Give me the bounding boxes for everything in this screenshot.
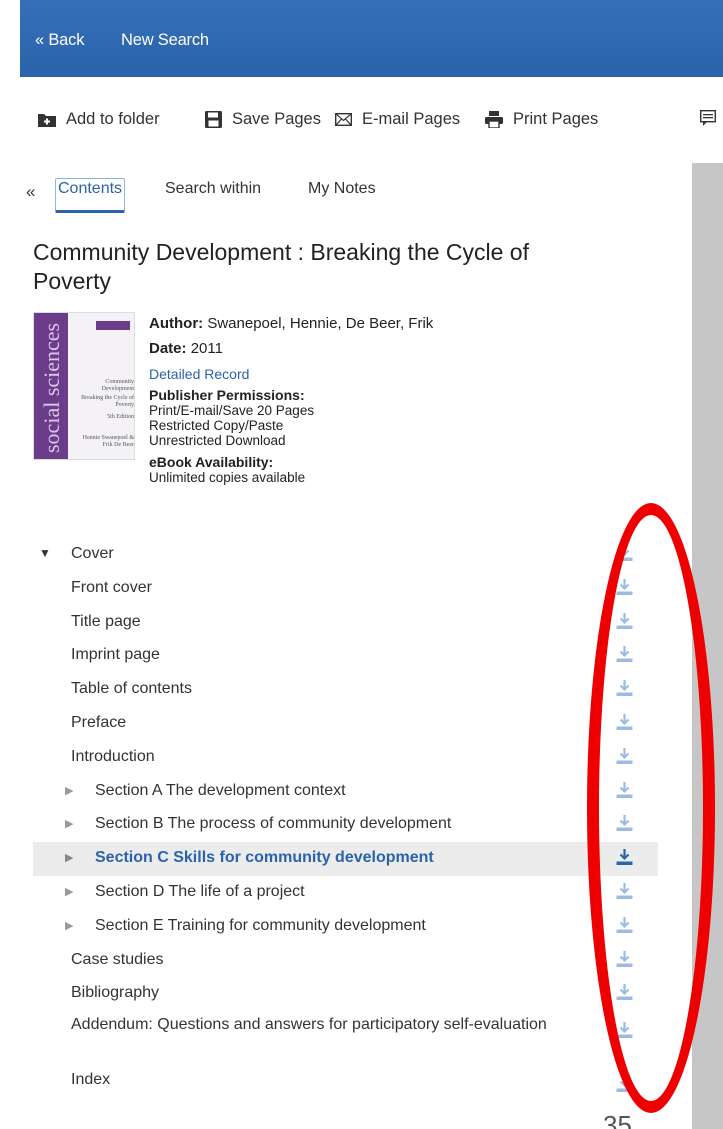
toc-item[interactable]: Bibliography xyxy=(33,977,658,1011)
more-tools-button[interactable] xyxy=(700,110,723,127)
new-search-link[interactable]: New Search xyxy=(121,31,209,50)
toc-item-label[interactable]: Section E Training for community develop… xyxy=(95,917,426,935)
toc-item[interactable]: ▶ Section E Training for community develo… xyxy=(33,910,658,944)
toc-item-label[interactable]: Index xyxy=(71,1071,110,1089)
tab-my-notes[interactable]: My Notes xyxy=(306,178,378,206)
toc-item-label[interactable]: Section D The life of a project xyxy=(95,883,305,901)
email-pages-label: E-mail Pages xyxy=(362,110,461,128)
add-to-folder-label: Add to folder xyxy=(66,110,160,128)
cover-spine-text: social sciences xyxy=(39,322,64,453)
author-value: Swanepoel, Hennie, De Beer, Frik xyxy=(207,315,434,332)
toc-item-label[interactable]: Case studies xyxy=(71,951,164,969)
toc-item[interactable]: Table of contents xyxy=(33,673,658,707)
cover-authors-text: Hennie Swanepoel & Frik De Beer xyxy=(82,435,134,448)
permission-item: Print/E-mail/Save 20 Pages xyxy=(149,403,315,418)
red-annotation-ellipse xyxy=(587,503,715,1113)
toc-item[interactable]: Index xyxy=(33,1059,658,1099)
email-pages-button[interactable]: E-mail Pages xyxy=(335,110,460,129)
add-to-folder-button[interactable]: Add to folder xyxy=(38,110,160,129)
toc-item-label[interactable]: Table of contents xyxy=(71,680,192,698)
caret-right-icon[interactable]: ▶ xyxy=(65,919,73,932)
cover-title-text: Community Development xyxy=(101,379,134,392)
toc-item[interactable]: Addendum: Questions and answers for part… xyxy=(33,1011,658,1059)
author-label: Author: xyxy=(149,315,204,332)
book-metadata: Author: Swanepoel, Hennie, De Beer, Frik… xyxy=(149,315,433,485)
book-title: Community Development : Breaking the Cyc… xyxy=(33,239,529,294)
tab-search-within[interactable]: Search within xyxy=(163,178,263,206)
print-pages-label: Print Pages xyxy=(513,110,599,128)
toc-item-label[interactable]: Imprint page xyxy=(71,646,160,664)
toc-item[interactable]: ▶ Section A The development context xyxy=(33,775,658,809)
toc-item-label[interactable]: Title page xyxy=(71,613,141,631)
top-nav-bar: « Back New Search xyxy=(20,0,723,77)
permission-item: Restricted Copy/Paste xyxy=(149,418,284,433)
toc-item-label[interactable]: Section C Skills for community developme… xyxy=(95,849,434,867)
detailed-record-row: Detailed Record xyxy=(149,365,433,384)
toc-item-label[interactable]: Bibliography xyxy=(71,984,159,1002)
toc-item[interactable]: ▶ Section D The life of a project xyxy=(33,876,658,910)
toc-item-label[interactable]: Addendum: Questions and answers for part… xyxy=(71,1017,571,1033)
collapse-panel-button[interactable]: « xyxy=(26,182,35,202)
cover-title: Community Development Breaking the Cycle… xyxy=(78,379,134,449)
toolbar: Add to folder Save Pages E-mail Pages Pr… xyxy=(20,100,723,140)
toc-item-label[interactable]: Preface xyxy=(71,714,126,732)
tab-contents[interactable]: Contents xyxy=(55,178,126,213)
caret-right-icon[interactable]: ▶ xyxy=(65,817,73,830)
folder-plus-icon xyxy=(38,114,56,127)
toc-item-label[interactable]: Section A The development context xyxy=(95,782,346,800)
toc-item[interactable]: Introduction xyxy=(33,741,658,775)
toc-item[interactable]: ▶ Section B The process of community deve… xyxy=(33,808,658,842)
cover-edition-text: 5th Edition xyxy=(107,414,134,420)
caret-right-icon[interactable]: ▶ xyxy=(65,885,73,898)
toc-item[interactable]: Preface xyxy=(33,707,658,741)
availability-label: eBook Availability: xyxy=(149,454,274,470)
caret-right-icon[interactable]: ▶ xyxy=(65,851,73,864)
toc-item[interactable]: ▼ Cover xyxy=(33,538,658,572)
floppy-disk-icon xyxy=(205,111,222,128)
date-label: Date: xyxy=(149,340,187,357)
toc-item-label[interactable]: Section B The process of community devel… xyxy=(95,815,451,833)
publisher-badge xyxy=(96,321,130,330)
book-cover-image: social sciences Community Development Br… xyxy=(33,312,135,460)
envelope-icon xyxy=(335,113,352,126)
toc-item[interactable]: Front cover xyxy=(33,572,658,606)
cover-subtitle-text: Breaking the Cycle of Poverty xyxy=(81,395,134,408)
printer-icon xyxy=(485,111,503,128)
toc-item-label[interactable]: Front cover xyxy=(71,579,152,597)
detailed-record-link[interactable]: Detailed Record xyxy=(149,366,249,382)
back-link[interactable]: « Back xyxy=(35,31,84,50)
author-row: Author: Swanepoel, Hennie, De Beer, Frik xyxy=(149,315,433,333)
date-row: Date: 2011 xyxy=(149,340,433,358)
toc-item[interactable]: Case studies xyxy=(33,944,658,978)
permission-item: Unrestricted Download xyxy=(149,433,286,448)
print-pages-button[interactable]: Print Pages xyxy=(485,110,598,129)
toc-item[interactable]: Title page xyxy=(33,606,658,640)
date-value: 2011 xyxy=(190,340,223,357)
toc-item[interactable]: Imprint page xyxy=(33,639,658,673)
table-of-contents: ▼ Cover Front cover Title page Imprint page T… xyxy=(33,538,658,1099)
ebook-availability: eBook Availability: Unlimited copies ava… xyxy=(149,454,433,486)
toc-item-label[interactable]: Introduction xyxy=(71,748,155,766)
save-pages-button[interactable]: Save Pages xyxy=(205,110,321,129)
caret-down-icon[interactable]: ▼ xyxy=(39,546,51,560)
slide-page-number: 35 xyxy=(603,1110,632,1129)
comment-icon xyxy=(700,110,716,126)
toc-item-label[interactable]: Cover xyxy=(71,545,114,563)
publisher-permissions: Publisher Permissions: Print/E-mail/Save… xyxy=(149,387,433,449)
availability-value: Unlimited copies available xyxy=(149,470,306,485)
toc-item[interactable]: ▶ Section C Skills for community developm… xyxy=(33,842,658,876)
caret-right-icon[interactable]: ▶ xyxy=(65,784,73,797)
save-pages-label: Save Pages xyxy=(232,110,321,128)
permissions-label: Publisher Permissions: xyxy=(149,387,305,403)
